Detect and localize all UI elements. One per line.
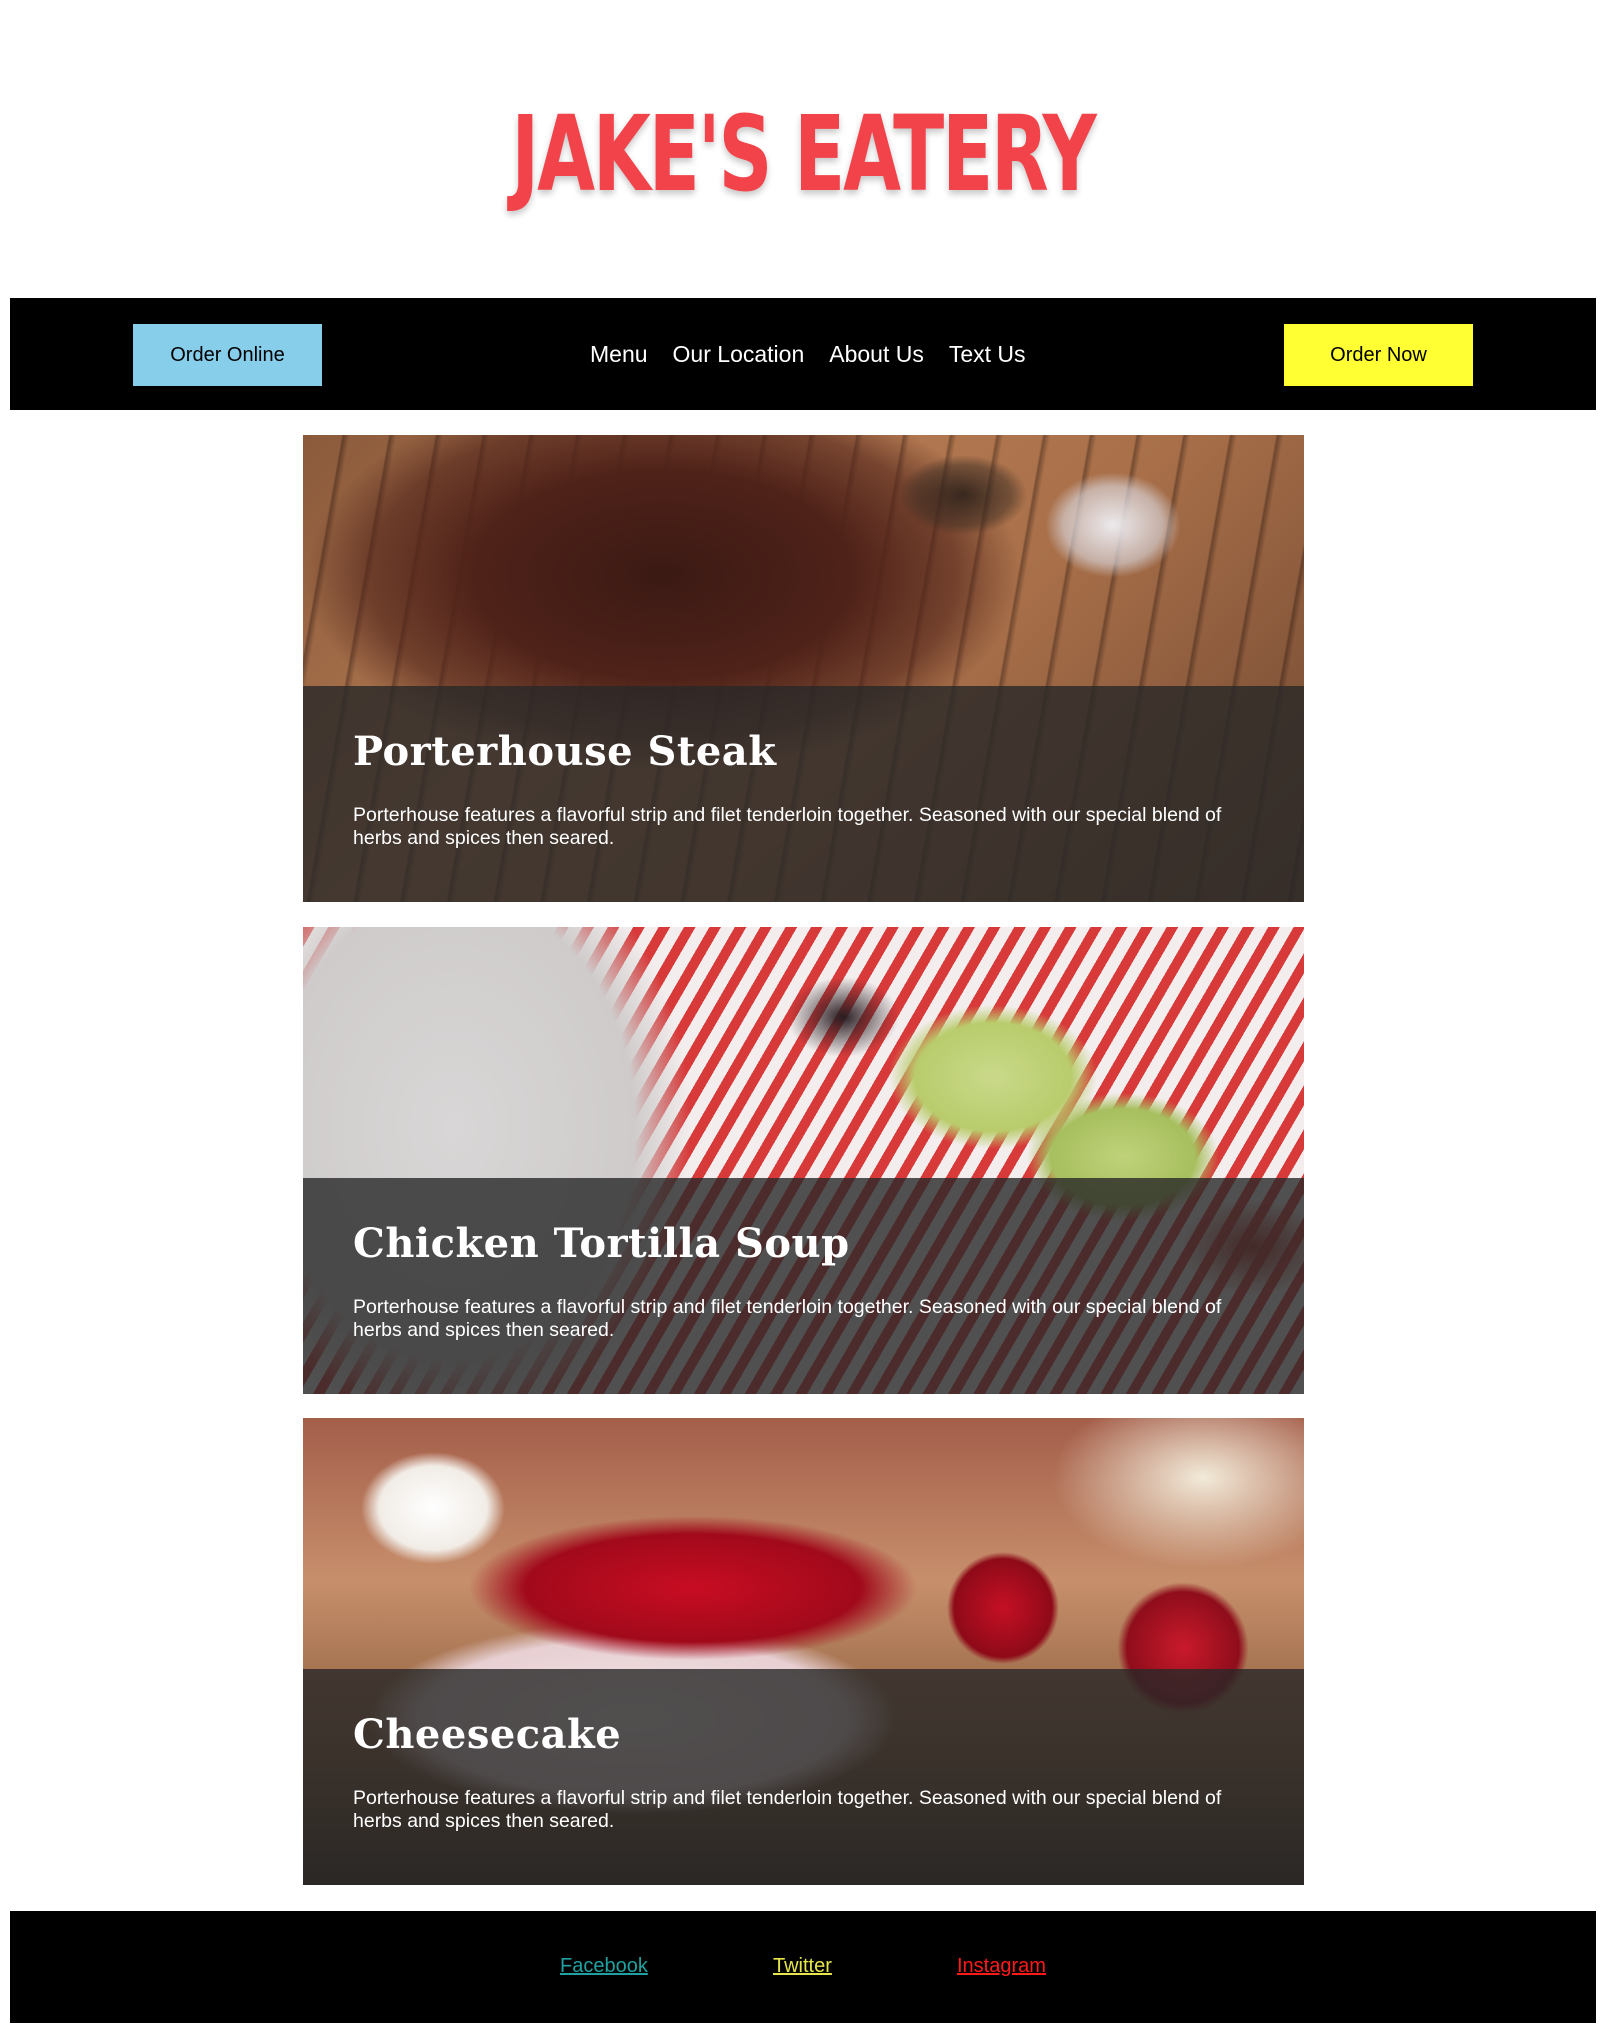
site-logo: JAKE'S EATERY <box>510 93 1096 215</box>
facebook-link[interactable]: Facebook <box>560 1955 648 1978</box>
nav-link-menu[interactable]: Menu <box>590 341 648 368</box>
order-online-button[interactable]: Order Online <box>133 324 322 386</box>
nav-link-our-location[interactable]: Our Location <box>673 341 805 368</box>
nav-bar: Order Online Menu Our Location About Us … <box>10 298 1596 410</box>
order-now-button[interactable]: Order Now <box>1284 324 1473 386</box>
menu-card-cheesecake: Cheesecake Porterhouse features a flavor… <box>303 1418 1304 1885</box>
card-caption: Chicken Tortilla Soup Porterhouse featur… <box>303 1178 1304 1394</box>
instagram-link[interactable]: Instagram <box>957 1955 1046 1978</box>
menu-card-soup: Chicken Tortilla Soup Porterhouse featur… <box>303 927 1304 1394</box>
footer: Facebook Twitter Instagram <box>10 1911 1596 2023</box>
card-description: Porterhouse features a flavorful strip a… <box>353 1787 1222 1832</box>
nav-links: Menu Our Location About Us Text Us <box>590 298 1051 410</box>
nav-link-text-us[interactable]: Text Us <box>949 341 1026 368</box>
card-caption: Porterhouse Steak Porterhouse features a… <box>303 686 1304 902</box>
nav-link-about-us[interactable]: About Us <box>829 341 924 368</box>
card-description: Porterhouse features a flavorful strip a… <box>353 804 1222 849</box>
menu-card-porterhouse: Porterhouse Steak Porterhouse features a… <box>303 435 1304 902</box>
card-description: Porterhouse features a flavorful strip a… <box>353 1296 1222 1341</box>
card-title: Chicken Tortilla Soup <box>353 1220 850 1267</box>
card-title: Cheesecake <box>353 1711 622 1758</box>
twitter-link[interactable]: Twitter <box>773 1955 832 1978</box>
header: JAKE'S EATERY <box>0 0 1605 298</box>
card-title: Porterhouse Steak <box>353 728 777 775</box>
card-caption: Cheesecake Porterhouse features a flavor… <box>303 1669 1304 1885</box>
